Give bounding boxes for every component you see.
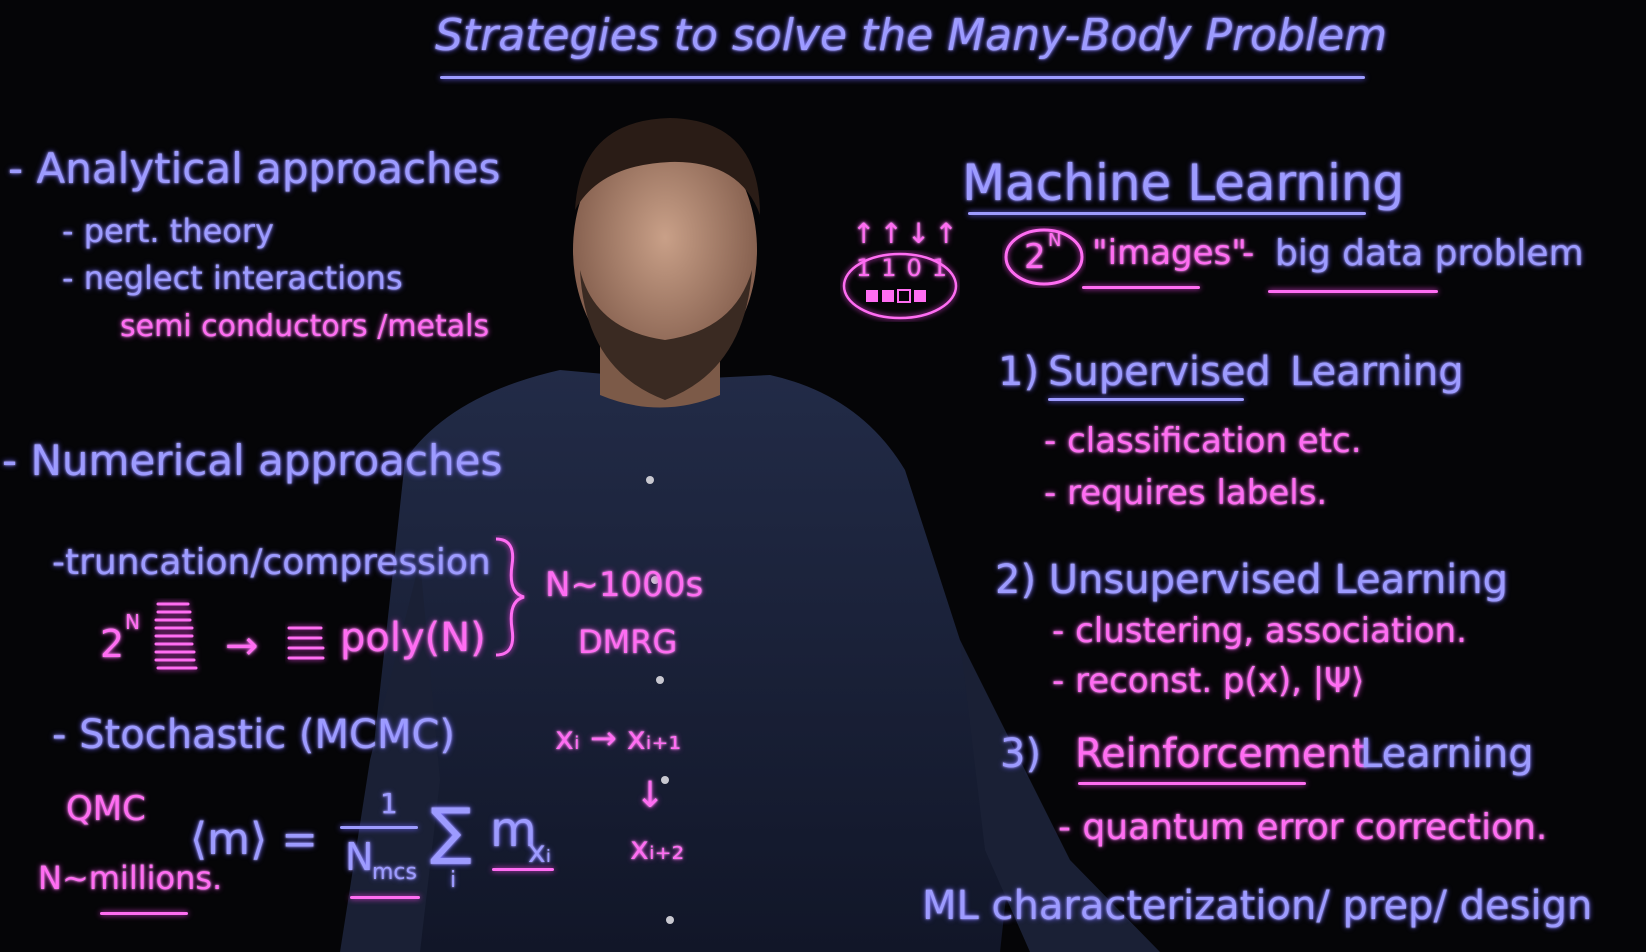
supervised-word: Supervised [1048, 349, 1271, 395]
ml-applications-line: ML characterization/ prep/ design [922, 883, 1593, 929]
few-states-stack-icon [287, 626, 325, 660]
average-denominator: N [345, 835, 374, 879]
markov-step-2: xᵢ₊₂ [630, 829, 685, 867]
average-lhs: ⟨m⟩ = [190, 814, 319, 865]
supervised-learning-word: Learning [1290, 349, 1464, 395]
big-data-underline [1268, 290, 1438, 293]
millions-underline [100, 912, 188, 915]
images-two-base: 2 [1024, 237, 1046, 277]
ml-heading: Machine Learning [962, 154, 1405, 212]
compression-arrow: → [225, 623, 259, 669]
requires-labels-item: - requires labels. [1044, 473, 1328, 513]
neglect-interactions-item: - neglect interactions [62, 259, 403, 297]
n-thousands-note: N~1000s [545, 565, 704, 605]
ml-heading-underline [968, 212, 1366, 215]
reinforcement-underline [1078, 782, 1306, 785]
reinforcement-number: 3) [1000, 731, 1042, 777]
many-states-stack-icon [154, 602, 198, 670]
unsupervised-heading: 2) Unsupervised Learning [995, 557, 1509, 603]
stochastic-item: - Stochastic (MCMC) [52, 712, 455, 758]
markov-down-arrow: ↓ [635, 775, 666, 816]
lightboard: Strategies to solve the Many-Body Proble… [0, 0, 1646, 952]
two-n-base: 2 [100, 622, 125, 666]
big-data-label: big data problem [1275, 233, 1584, 274]
average-denominator-sub: mcs [372, 860, 417, 885]
numerical-heading: - Numerical approaches [2, 436, 503, 485]
images-underline [1082, 286, 1200, 289]
reinforcement-learning-word: Learning [1360, 731, 1534, 777]
images-two-exponent: N [1048, 230, 1062, 251]
two-n-exponent: N [125, 610, 140, 634]
supervised-underline [1048, 398, 1244, 401]
pert-theory-item: - pert. theory [62, 212, 274, 250]
spin-arrows: ↑↑↓↑ [852, 217, 962, 250]
quantum-error-correction-item: - quantum error correction. [1058, 807, 1548, 848]
poly-n: poly(N) [340, 615, 486, 661]
spin-image-sketch-icon [842, 252, 958, 320]
average-term-sub: xᵢ [528, 835, 552, 870]
average-numerator: 1 [380, 787, 398, 820]
reconstruction-item: - reconst. p(x), |Ψ⟩ [1052, 661, 1365, 701]
n-millions-note: N~millions. [38, 859, 223, 897]
title-underline [440, 76, 1365, 79]
analytical-heading: - Analytical approaches [8, 144, 501, 193]
qmc-label: QMC [66, 789, 146, 829]
curly-brace-icon [495, 537, 525, 657]
truncation-item: -truncation/compression [52, 542, 491, 583]
reinforcement-word: Reinforcement [1075, 731, 1368, 777]
markov-step-1: xᵢ → xᵢ₊₁ [555, 719, 682, 757]
classification-item: - classification etc. [1044, 421, 1362, 461]
sum-symbol: ∑ [430, 794, 472, 867]
fraction-bar [340, 826, 418, 829]
nmcs-underline [350, 896, 420, 899]
clustering-item: - clustering, association. [1052, 611, 1467, 651]
semiconductors-note: semi conductors /metals [120, 309, 490, 344]
term-underline [492, 868, 554, 871]
board-title: Strategies to solve the Many-Body Proble… [435, 10, 1388, 61]
images-dash: - [1242, 233, 1255, 273]
supervised-number: 1) [998, 349, 1040, 395]
images-label: "images" [1092, 233, 1247, 273]
dmrg-note: DMRG [578, 623, 678, 661]
sum-index: i [450, 868, 457, 893]
